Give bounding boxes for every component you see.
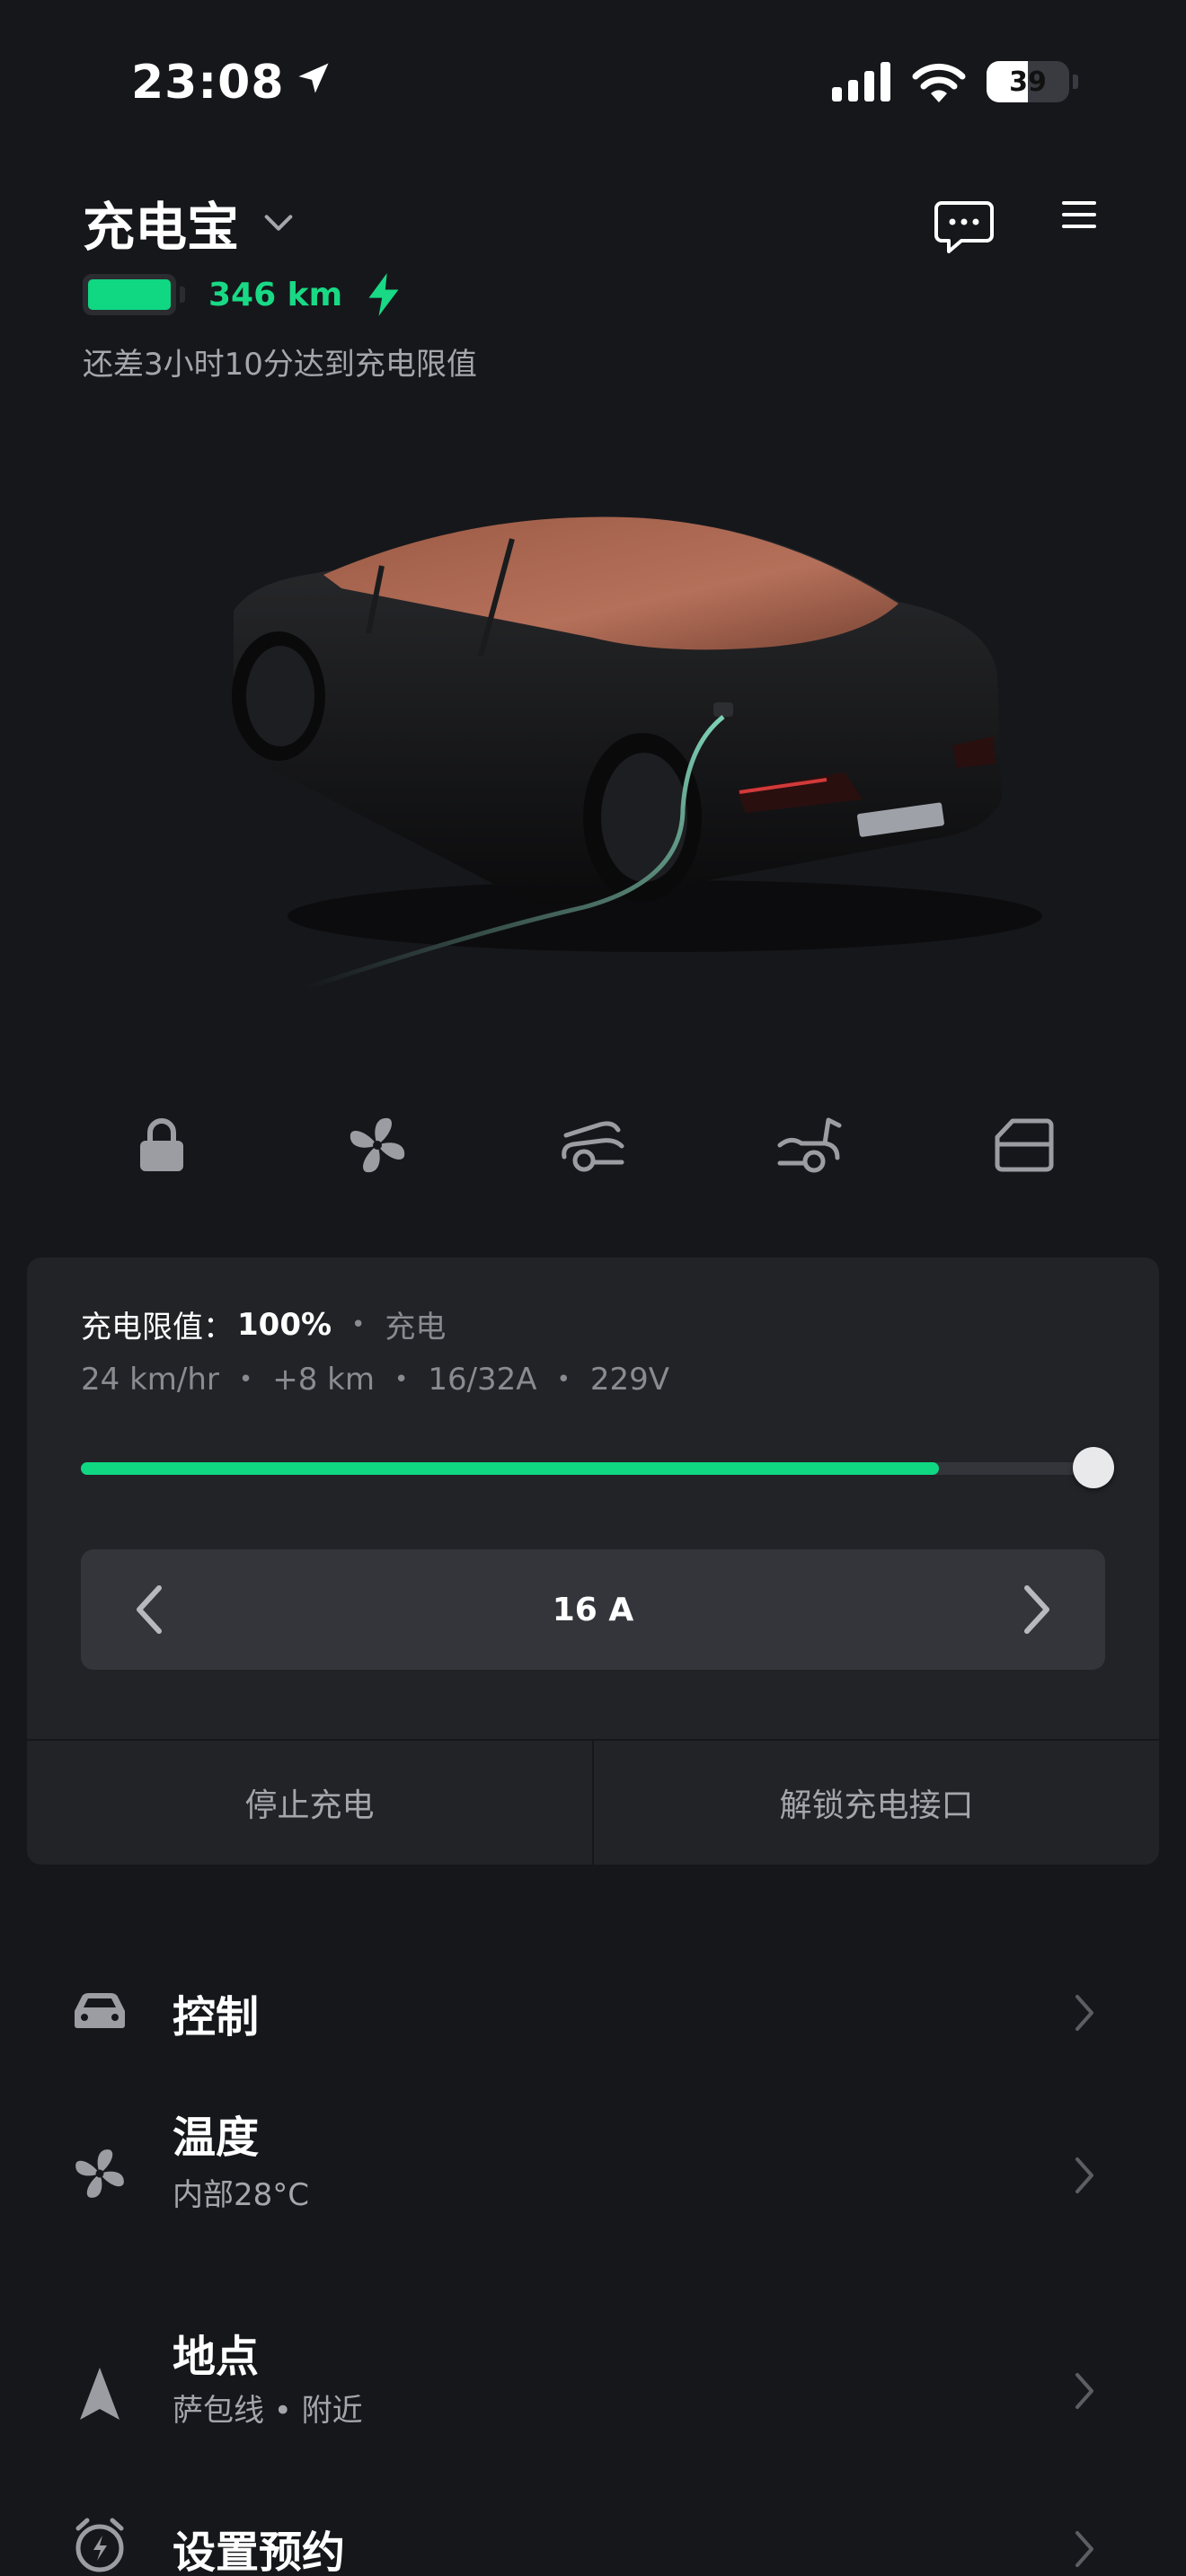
charging-state: 充电 <box>385 1310 447 1345</box>
location-arrow-icon <box>68 2362 131 2425</box>
charging-actions: 停止充电 解锁充电接口 <box>27 1739 1159 1865</box>
charge-current: 16/32A <box>428 1362 537 1398</box>
charge-limit-slider-thumb[interactable] <box>1073 1447 1114 1488</box>
trunk-icon <box>777 1117 842 1173</box>
menu-button[interactable] <box>1060 199 1098 230</box>
battery-percent: 39 <box>1009 66 1047 98</box>
alarm-clock-icon <box>68 2513 131 2576</box>
charge-port-button[interactable] <box>988 1114 1060 1177</box>
charge-voltage: 229V <box>589 1362 670 1398</box>
wifi-icon <box>911 61 967 102</box>
amperage-stepper: 16 A <box>81 1549 1105 1670</box>
app-screen: 23:08 39 充电宝 346 km 还差3小时10分达到充电限值 充电限值：… <box>0 0 1186 2576</box>
frunk-button[interactable] <box>557 1114 629 1177</box>
chevron-right-icon <box>1024 1585 1049 1634</box>
chevron-right-icon <box>1064 2148 1105 2202</box>
chevron-down-icon <box>261 192 296 253</box>
decrease-amps-button[interactable] <box>119 1578 181 1641</box>
fan-icon <box>350 1117 405 1173</box>
chevron-right-icon <box>1064 1986 1105 2040</box>
car-icon <box>68 1979 131 2042</box>
vehicle-selector[interactable]: 充电宝 <box>83 185 296 260</box>
menu-item-title: 设置预约 <box>173 2527 346 2576</box>
chevron-left-icon <box>137 1585 162 1634</box>
frunk-icon <box>562 1121 624 1172</box>
hamburger-menu-icon <box>1062 201 1096 228</box>
menu-item-title: 地点 <box>173 2332 260 2382</box>
menu-item-title: 温度 <box>173 2113 260 2163</box>
message-bubble-icon <box>934 201 994 253</box>
menu-item-subtitle: 萨包线 • 附近 <box>173 2393 363 2429</box>
charge-limit-value: 100% <box>237 1306 332 1343</box>
status-indicators: 39 <box>832 61 1078 102</box>
separator-dot: • <box>351 1310 366 1338</box>
charge-port-icon <box>995 1118 1054 1172</box>
menu-item-location[interactable]: 地点 萨包线 • 附近 <box>0 2310 1186 2472</box>
status-time: 23:08 <box>131 56 333 110</box>
menu-item-controls[interactable]: 控制 <box>0 1956 1186 2064</box>
range-added: +8 km <box>272 1362 375 1398</box>
menu-item-subtitle: 内部28°C <box>173 2177 310 2213</box>
lock-button[interactable] <box>126 1114 198 1177</box>
menu-item-title: 控制 <box>173 1992 260 2042</box>
charge-limit-slider[interactable] <box>81 1462 1114 1475</box>
charging-stats: 24 km/hr • +8 km • 16/32A • 229V <box>81 1362 670 1398</box>
cellular-signal-icon <box>832 62 891 101</box>
range-display: 346 km <box>83 271 403 318</box>
battery-nub <box>1073 75 1078 89</box>
charge-limit-label: 充电限值： <box>81 1310 234 1345</box>
messages-button[interactable] <box>934 199 994 255</box>
charge-limit-line: 充电限值： 100% • 充电 <box>81 1302 446 1346</box>
charge-eta-text: 还差3小时10分达到充电限值 <box>83 347 477 383</box>
menu-item-schedule[interactable]: 设置预约 <box>0 2501 1186 2576</box>
climate-button[interactable] <box>341 1114 413 1177</box>
fan-icon <box>68 2142 131 2205</box>
vehicle-name: 充电宝 <box>83 197 240 258</box>
chevron-right-icon <box>1064 2364 1105 2418</box>
unlock-charge-port-button[interactable]: 解锁充电接口 <box>592 1741 1159 1865</box>
vehicle-battery-icon <box>83 274 185 315</box>
menu-item-climate[interactable]: 温度 内部28°C <box>0 2093 1186 2254</box>
time-text: 23:08 <box>131 56 285 110</box>
charging-bolt-icon <box>364 271 403 318</box>
location-arrow-icon <box>294 56 333 110</box>
vehicle-image[interactable] <box>198 503 1060 1006</box>
lock-icon <box>140 1118 183 1171</box>
charging-card: 充电限值： 100% • 充电 24 km/hr • +8 km • 16/32… <box>27 1257 1159 1865</box>
charge-progress-fill <box>81 1462 939 1475</box>
charge-rate: 24 km/hr <box>81 1362 219 1398</box>
chevron-right-icon <box>1064 2522 1105 2576</box>
range-value: 346 km <box>208 276 343 313</box>
increase-amps-button[interactable] <box>1005 1578 1067 1641</box>
battery-indicator: 39 <box>987 61 1069 102</box>
amperage-value: 16 A <box>552 1591 634 1628</box>
trunk-button[interactable] <box>773 1114 845 1177</box>
quick-controls <box>0 1114 1186 1177</box>
stop-charging-button[interactable]: 停止充电 <box>27 1741 592 1865</box>
